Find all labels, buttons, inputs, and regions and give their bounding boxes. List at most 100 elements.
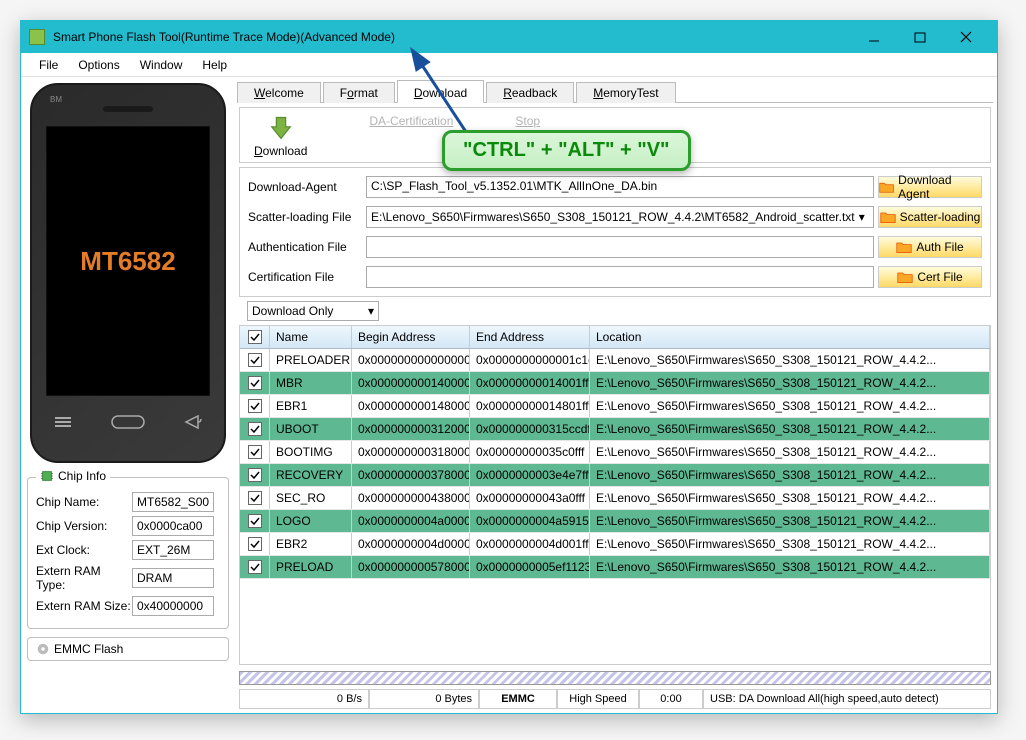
row-location: E:\Lenovo_S650\Firmwares\S650_S308_15012… (590, 441, 990, 463)
emmc-flash-header[interactable]: EMMC Flash (27, 637, 229, 661)
status-bytes: 0 Bytes (369, 689, 479, 709)
menu-window[interactable]: Window (130, 56, 193, 74)
checkbox[interactable] (248, 514, 262, 528)
checkbox[interactable] (248, 445, 262, 459)
download-arrow-icon (267, 114, 295, 142)
row-end: 0x0000000003e4e7ff (470, 464, 590, 486)
row-end: 0x00000000035c0fff (470, 441, 590, 463)
tab-emorytest[interactable]: MemoryTest (576, 82, 675, 103)
checkbox[interactable] (248, 560, 262, 574)
row-check[interactable] (240, 510, 270, 532)
cert-button[interactable]: Cert File (878, 266, 982, 288)
checkbox[interactable] (248, 376, 262, 390)
menu-file[interactable]: File (29, 56, 68, 74)
menu-options[interactable]: Options (68, 56, 129, 74)
chip-label: Chip Version: (36, 519, 132, 533)
download-button[interactable]: Download (248, 112, 313, 160)
scatter-label: Scatter-loading File (248, 210, 362, 224)
status-rate: 0 B/s (239, 689, 369, 709)
row-location: E:\Lenovo_S650\Firmwares\S650_S308_15012… (590, 556, 990, 578)
row-location: E:\Lenovo_S650\Firmwares\S650_S308_15012… (590, 487, 990, 509)
table-row[interactable]: SEC_RO 0x0000000004380000 0x00000000043a… (240, 487, 990, 510)
row-check[interactable] (240, 556, 270, 578)
table-row[interactable]: EBR1 0x0000000001480000 0x00000000014801… (240, 395, 990, 418)
chevron-down-icon: ▾ (368, 304, 374, 318)
row-name: RECOVERY (270, 464, 352, 486)
chip-value[interactable] (132, 568, 214, 588)
row-location: E:\Lenovo_S650\Firmwares\S650_S308_15012… (590, 395, 990, 417)
mode-select[interactable]: Download Only ▾ (247, 301, 379, 321)
row-location: E:\Lenovo_S650\Firmwares\S650_S308_15012… (590, 464, 990, 486)
cert-label: Certification File (248, 270, 362, 284)
scatter-button[interactable]: Scatter-loading (878, 206, 982, 228)
table-row[interactable]: EBR2 0x0000000004d00000 0x0000000004d001… (240, 533, 990, 556)
download-agent-button[interactable]: Download Agent (878, 176, 982, 198)
header-begin[interactable]: Begin Address (352, 326, 470, 348)
checkbox[interactable] (248, 422, 262, 436)
table-row[interactable]: PRELOAD 0x0000000005780000 0x0000000005e… (240, 556, 990, 579)
cert-input[interactable] (366, 266, 874, 288)
menu-help[interactable]: Help (192, 56, 237, 74)
chip-label: Chip Name: (36, 495, 132, 509)
row-check[interactable] (240, 533, 270, 555)
scatter-input[interactable]: E:\Lenovo_S650\Firmwares\S650_S308_15012… (366, 206, 874, 228)
table-row[interactable]: PRELOADER 0x0000000000000000 0x000000000… (240, 349, 990, 372)
download-agent-label: Download-Agent (248, 180, 362, 194)
row-end: 0x000000000315ccdf (470, 418, 590, 440)
row-location: E:\Lenovo_S650\Firmwares\S650_S308_15012… (590, 533, 990, 555)
row-begin: 0x0000000001480000 (352, 395, 470, 417)
chip-value[interactable] (132, 492, 214, 512)
row-name: PRELOADER (270, 349, 352, 371)
row-name: EBR2 (270, 533, 352, 555)
header-name[interactable]: Name (270, 326, 352, 348)
chip-row: Chip Name: (36, 492, 220, 512)
close-button[interactable] (943, 21, 989, 53)
maximize-button[interactable] (897, 21, 943, 53)
auth-input[interactable] (366, 236, 874, 258)
auth-button[interactable]: Auth File (878, 236, 982, 258)
chip-icon (40, 469, 54, 483)
checkbox[interactable] (248, 353, 262, 367)
checkbox[interactable] (248, 491, 262, 505)
chip-info-title: Chip Info (36, 469, 110, 483)
checkbox[interactable] (248, 468, 262, 482)
chevron-down-icon[interactable]: ▾ (855, 210, 869, 224)
row-begin: 0x0000000004380000 (352, 487, 470, 509)
checkbox[interactable] (248, 537, 262, 551)
row-end: 0x00000000043a0fff (470, 487, 590, 509)
table-row[interactable]: MBR 0x0000000001400000 0x00000000014001f… (240, 372, 990, 395)
chip-info-group: Chip Info Chip Name:Chip Version:Ext Clo… (27, 477, 229, 629)
header-check[interactable] (240, 326, 270, 348)
table-row[interactable]: RECOVERY 0x0000000003780000 0x0000000003… (240, 464, 990, 487)
progress-bar (239, 671, 991, 685)
row-name: PRELOAD (270, 556, 352, 578)
table-row[interactable]: LOGO 0x0000000004a00000 0x0000000004a591… (240, 510, 990, 533)
minimize-button[interactable] (851, 21, 897, 53)
chip-row: Chip Version: (36, 516, 220, 536)
checkbox-all[interactable] (248, 330, 262, 344)
checkbox[interactable] (248, 399, 262, 413)
row-check[interactable] (240, 372, 270, 394)
row-check[interactable] (240, 349, 270, 371)
row-begin: 0x0000000003120000 (352, 418, 470, 440)
row-check[interactable] (240, 487, 270, 509)
chip-value[interactable] (132, 516, 214, 536)
row-check[interactable] (240, 418, 270, 440)
table-row[interactable]: BOOTIMG 0x0000000003180000 0x00000000035… (240, 441, 990, 464)
row-check[interactable] (240, 441, 270, 463)
table-row[interactable]: UBOOT 0x0000000003120000 0x000000000315c… (240, 418, 990, 441)
download-agent-input[interactable]: C:\SP_Flash_Tool_v5.1352.01\MTK_AllInOne… (366, 176, 874, 198)
tab-elcome[interactable]: Welcome (237, 82, 321, 103)
header-location[interactable]: Location (590, 326, 990, 348)
folder-icon (897, 270, 913, 284)
row-name: UBOOT (270, 418, 352, 440)
table-body[interactable]: PRELOADER 0x0000000000000000 0x000000000… (240, 349, 990, 664)
header-end[interactable]: End Address (470, 326, 590, 348)
row-check[interactable] (240, 464, 270, 486)
home-icon (108, 414, 148, 430)
row-check[interactable] (240, 395, 270, 417)
status-bar: 0 B/s 0 Bytes EMMC High Speed 0:00 USB: … (239, 689, 991, 709)
row-location: E:\Lenovo_S650\Firmwares\S650_S308_15012… (590, 349, 990, 371)
chip-value[interactable] (132, 540, 214, 560)
chip-value[interactable] (132, 596, 214, 616)
